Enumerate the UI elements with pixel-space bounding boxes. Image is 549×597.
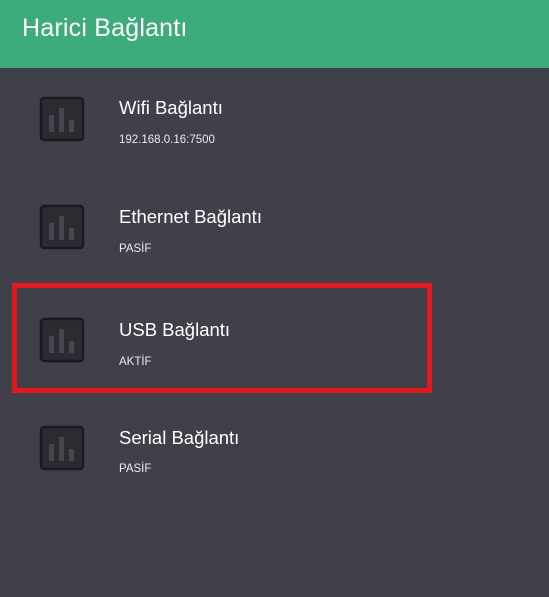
list-item-subtitle: PASİF — [119, 243, 152, 255]
bar-chart-icon — [39, 317, 85, 363]
app-bar: Harici Bağlantı — [0, 0, 549, 68]
list-item-usb[interactable]: USB Bağlantı AKTİF — [0, 289, 549, 397]
list-item-subtitle: 192.168.0.16:7500 — [119, 134, 215, 146]
list-item-ethernet[interactable]: Ethernet Bağlantı PASİF — [0, 176, 549, 284]
list-item-subtitle: PASİF — [119, 463, 152, 475]
bar-chart-icon — [39, 96, 85, 142]
list-item-wifi[interactable]: Wifi Bağlantı 192.168.0.16:7500 — [0, 68, 549, 176]
list-item-subtitle: AKTİF — [119, 356, 152, 368]
bar-chart-icon — [39, 425, 85, 471]
list-item-title: Wifi Bağlantı — [119, 97, 223, 118]
list-item-title: Serial Bağlantı — [119, 427, 240, 448]
list-item-title: USB Bağlantı — [119, 319, 231, 340]
list-item-serial[interactable]: Serial Bağlantı PASİF — [0, 397, 549, 505]
bar-chart-icon — [39, 204, 85, 250]
page-title: Harici Bağlantı — [22, 14, 188, 42]
list-item-title: Ethernet Bağlantı — [119, 206, 262, 227]
